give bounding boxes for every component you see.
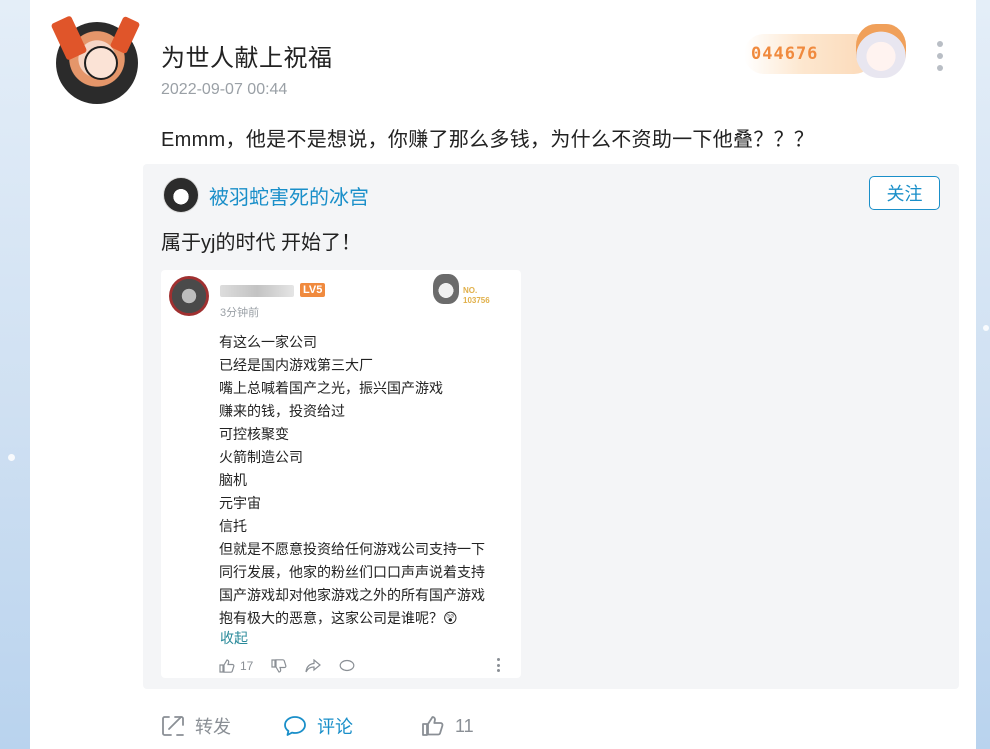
comment-button[interactable]: 评论 [283, 713, 353, 739]
more-dot [937, 65, 943, 71]
screenshot-line: 脑机 [219, 472, 247, 488]
like-count: 11 [455, 715, 474, 736]
comment-bubble-icon [339, 659, 355, 672]
repost-icon [162, 716, 184, 736]
screenshot-line: 国产游戏却对他家游戏之外的所有国产游戏 [219, 587, 485, 603]
thumbs-up-icon [219, 659, 235, 673]
screenshot-line: 火箭制造公司 [219, 449, 303, 465]
comment-label: 评论 [317, 717, 353, 737]
more-dot [496, 669, 500, 672]
more-vertical-icon[interactable] [930, 41, 950, 71]
screenshot-line: 抱有极大的恶意，这家公司是谁呢？😲 [219, 610, 458, 626]
screenshot-comment [339, 659, 355, 673]
screenshot-more-icon [494, 658, 502, 672]
repost-button[interactable]: 转发 [161, 713, 231, 739]
more-dot [937, 53, 943, 59]
quoted-author-name[interactable]: 被羽蛇害死的冰宫 [209, 181, 369, 210]
fan-badge-number: 044676 [751, 44, 819, 64]
screenshot-dislike [271, 659, 287, 673]
screenshot-level-badge: LV5 [300, 283, 326, 297]
screenshot-line: 信托 [219, 518, 247, 534]
screenshot-badge-icon [433, 274, 459, 304]
post-body-text: Emmm，他是不是想说，你赚了那么多钱，为什么不资助一下他叠？？？ [161, 129, 815, 151]
screenshot-line: 但就是不愿意投资给任何游戏公司支持一下 [219, 541, 485, 557]
like-button[interactable]: 11 [421, 715, 474, 737]
share-arrow-icon [305, 659, 322, 673]
repost-label: 转发 [195, 717, 231, 737]
screenshot-badge-no: NO. [463, 286, 478, 295]
thumbs-up-icon [422, 716, 444, 736]
screenshot-line: 可控核聚变 [219, 426, 289, 442]
screenshot-line: 赚来的钱，投资给过 [219, 403, 345, 419]
more-dot [496, 663, 500, 667]
screenshot-line: 同行发展，他家的粉丝们口口声声说着支持 [219, 564, 485, 580]
screenshot-action-bar: 17 [219, 656, 373, 676]
screenshot-collapse-link: 收起 [220, 630, 248, 646]
screenshot-share [305, 659, 322, 673]
more-dot [937, 41, 943, 47]
more-dot [496, 658, 500, 661]
screenshot-line: 有这么一家公司 [219, 334, 317, 350]
screenshot-like: 17 [219, 659, 253, 673]
post-author-name[interactable]: 为世人献上祝福 [161, 38, 333, 73]
screenshot-line: 元宇宙 [219, 495, 261, 511]
side-dot [8, 454, 15, 461]
side-dot-right [983, 325, 989, 331]
screenshot-like-count: 17 [240, 659, 254, 673]
avatar-face [84, 46, 118, 80]
post-action-bar: 转发 评论 11 [161, 712, 474, 740]
comment-icon [284, 716, 306, 736]
screenshot-line: 已经是国内游戏第三大厂 [219, 357, 373, 373]
screenshot-time: 3分钟前 [220, 307, 260, 319]
screenshot-username-blurred [220, 285, 294, 297]
screenshot-badge-number: 103756 [463, 296, 490, 305]
fan-badge-icon [856, 24, 906, 78]
quoted-user-avatar[interactable] [163, 177, 199, 213]
quoted-post-text: 属于yj的时代 开始了！ [161, 232, 361, 254]
screenshot-avatar [169, 276, 209, 316]
post-timestamp: 2022-09-07 00:44 [161, 81, 288, 98]
follow-button[interactable]: 关注 [869, 176, 940, 210]
screenshot-text-block: 有这么一家公司 已经是国内游戏第三大厂 嘴上总喊着国产之光，振兴国产游戏 赚来的… [219, 331, 511, 630]
thumbs-down-icon [271, 659, 287, 673]
screenshot-line: 嘴上总喊着国产之光，振兴国产游戏 [219, 380, 443, 396]
